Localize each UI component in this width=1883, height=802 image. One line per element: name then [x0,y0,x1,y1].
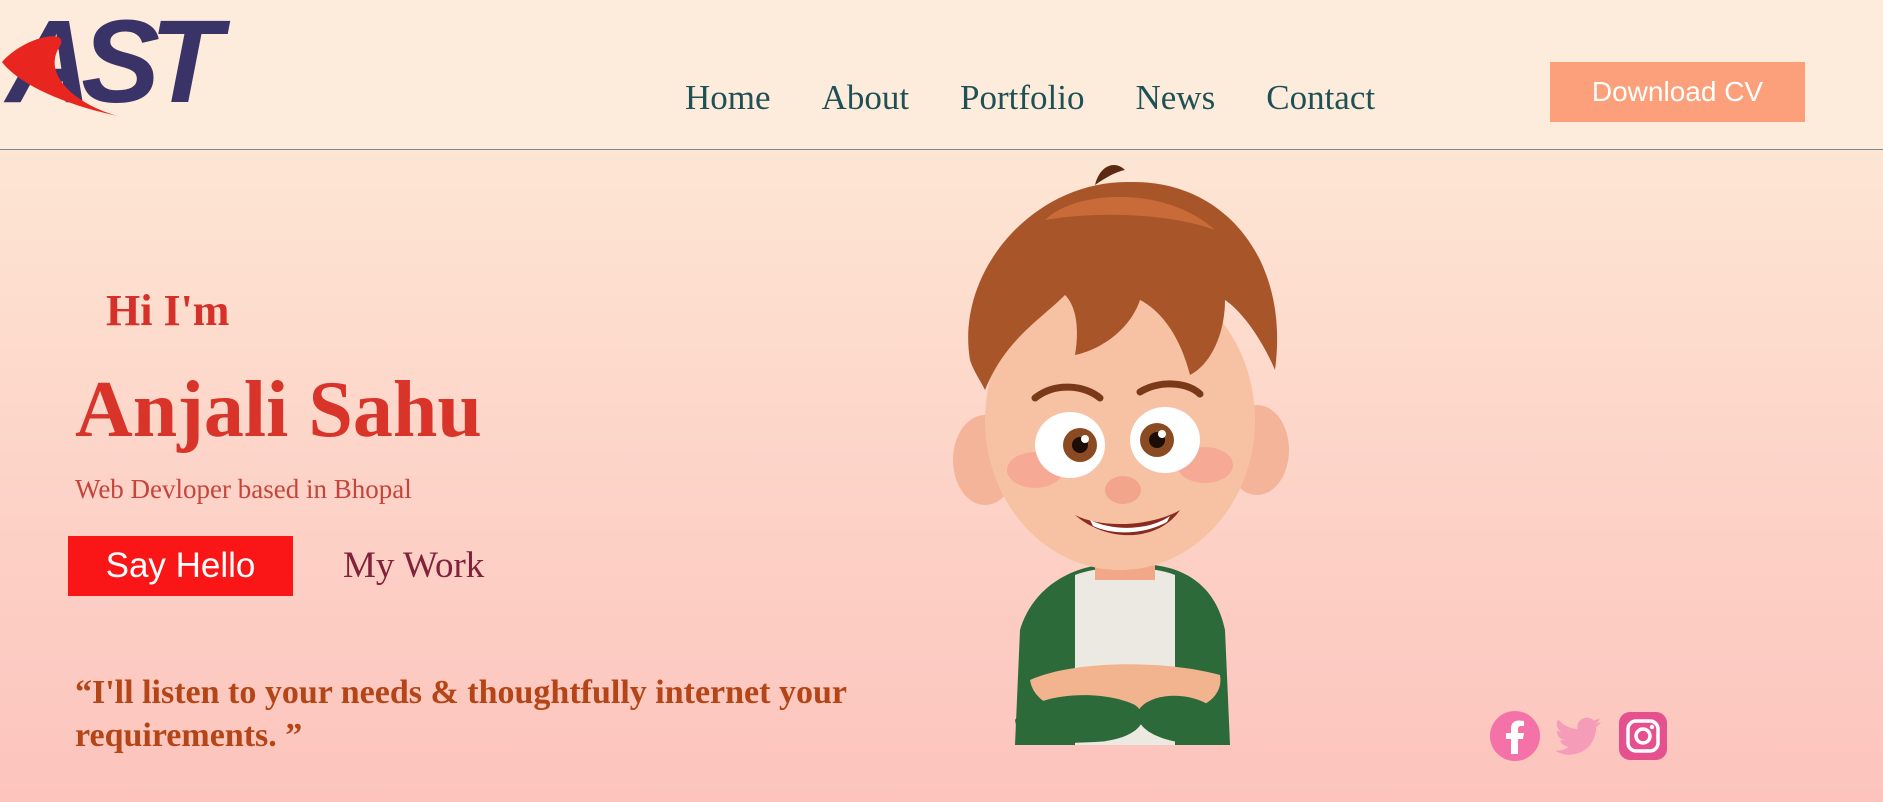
nav-portfolio[interactable]: Portfolio [960,78,1084,118]
cartoon-boy-avatar-icon [925,160,1305,750]
social-links [1489,710,1669,762]
nav-contact[interactable]: Contact [1266,78,1375,118]
facebook-icon[interactable] [1489,710,1541,762]
main-nav: Home About Portfolio News Contact [685,78,1426,118]
say-hello-button[interactable]: Say Hello [68,536,293,596]
ast-logo-icon[interactable]: AST [0,6,305,116]
twitter-icon[interactable] [1553,710,1605,762]
hero-name: Anjali Sahu [75,366,482,454]
nav-home[interactable]: Home [685,78,771,118]
my-work-link[interactable]: My Work [343,544,484,587]
nav-about[interactable]: About [822,78,910,118]
hero-greeting: Hi I'm [106,286,230,335]
hero-quote: “I'll listen to your needs & thoughtfull… [75,674,847,754]
site-header: AST Home About Portfolio News Contact Do… [0,0,1883,150]
nav-news[interactable]: News [1136,78,1216,118]
download-cv-button[interactable]: Download CV [1550,62,1805,122]
instagram-icon[interactable] [1617,710,1669,762]
hero-subtitle: Web Devloper based in Bhopal [75,474,412,504]
